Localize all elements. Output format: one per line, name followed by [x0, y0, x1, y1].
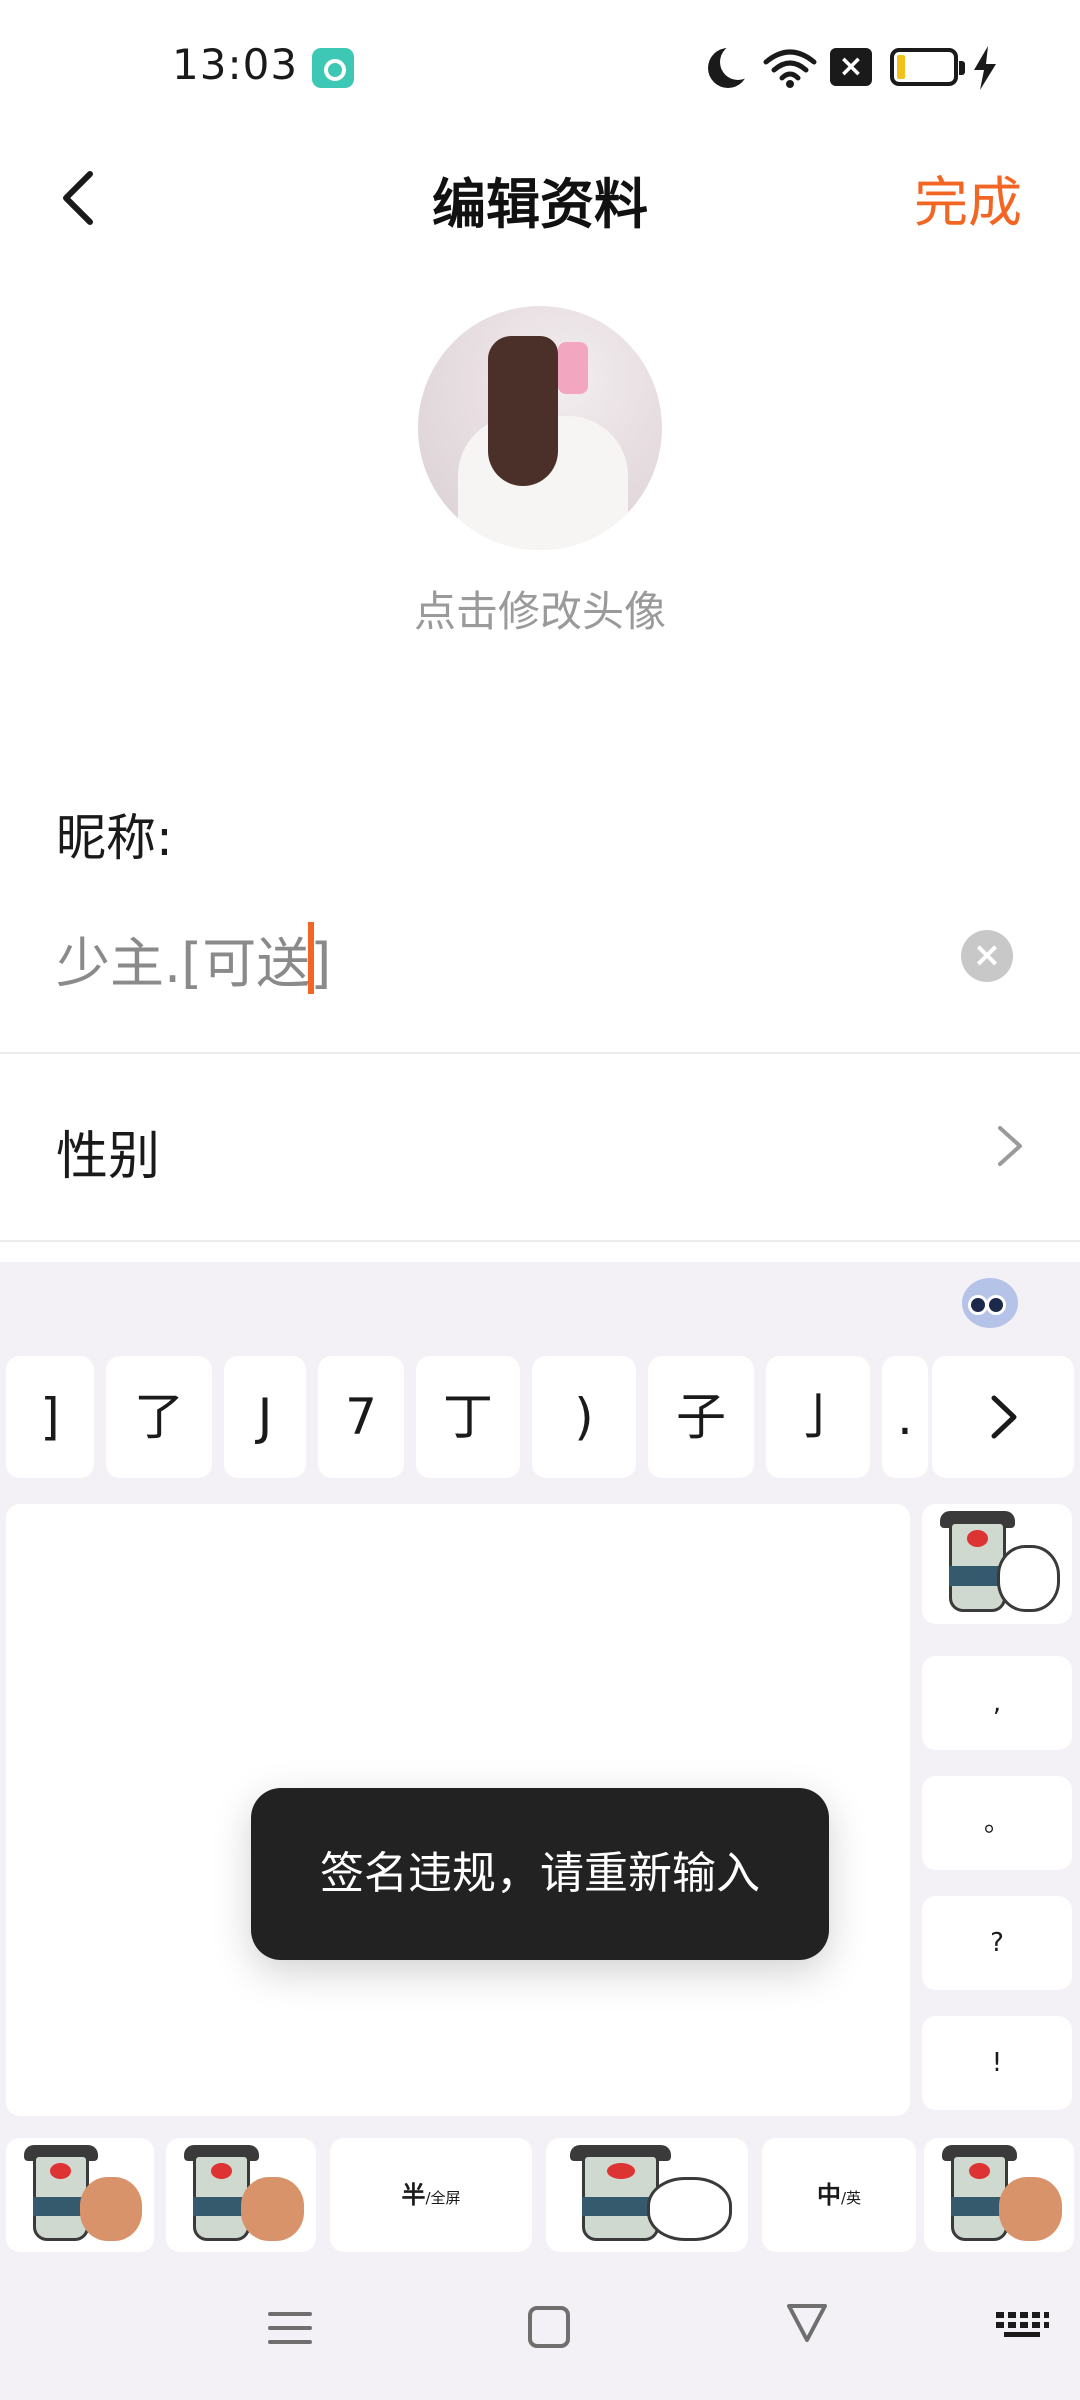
wifi-icon — [763, 49, 817, 88]
sticker-bear — [647, 2176, 732, 2241]
change-avatar-hint[interactable]: 点击修改头像 — [0, 578, 1080, 639]
chevron-right-icon — [998, 1126, 1022, 1166]
moon-icon — [708, 44, 756, 88]
title-bar: 编辑资料 完成 — [0, 130, 1080, 260]
sticker-logo-dot — [606, 2163, 635, 2180]
nickname-label: 昵称: — [56, 809, 173, 867]
sticker-key[interactable] — [166, 2138, 316, 2252]
gender-row[interactable]: 性别 — [0, 1054, 1080, 1240]
language-switch-key[interactable]: 中/英 — [762, 2138, 916, 2252]
menu-icon[interactable] — [266, 2298, 314, 2358]
candidate-key[interactable]: J — [224, 1356, 306, 1478]
candidate-key[interactable]: 了 — [106, 1356, 212, 1478]
chinese-label: 中 — [816, 2181, 841, 2209]
candidate-key[interactable]: 丁 — [416, 1356, 520, 1478]
comma-key[interactable]: , — [922, 1656, 1072, 1750]
sticker-logo-dot — [211, 2163, 232, 2180]
candidate-key[interactable]: . — [882, 1356, 928, 1478]
sticker-logo-dot — [50, 2163, 72, 2180]
exclamation-key[interactable]: ! — [922, 2016, 1072, 2110]
battery-icon — [890, 48, 965, 86]
keyboard-mascot-icon[interactable] — [962, 1278, 1018, 1328]
period-key[interactable]: 。 — [922, 1776, 1072, 1870]
full-screen-label: /全屏 — [425, 2189, 461, 2207]
question-key[interactable]: ? — [922, 1896, 1072, 1990]
charging-bolt-icon — [974, 46, 996, 90]
done-button[interactable]: 完成 — [914, 158, 1022, 237]
sticker-key[interactable] — [924, 2138, 1074, 2252]
navigation-bar — [0, 2262, 1080, 2400]
avatar[interactable] — [418, 306, 662, 550]
candidate-bar: ] 了 J 7 丁 ) 子 亅 . — [0, 1356, 1080, 1482]
nickname-input[interactable] — [56, 918, 936, 998]
more-candidates-button[interactable] — [932, 1356, 1074, 1478]
divider — [0, 1240, 1080, 1242]
english-label: /英 — [840, 2189, 862, 2207]
half-full-width-key[interactable]: 半/全屏 — [330, 2138, 532, 2252]
clear-input-button[interactable]: × — [961, 930, 1013, 982]
text-caret — [308, 922, 314, 994]
status-time: 13:03 — [172, 40, 299, 89]
sticker-bear — [241, 2176, 304, 2241]
candidate-key[interactable]: 子 — [648, 1356, 754, 1478]
sim-x-icon: × — [830, 48, 872, 86]
sticker-bear — [80, 2176, 143, 2241]
status-bar: 13:03 × — [0, 0, 1080, 130]
sticker-logo-dot — [969, 2163, 990, 2180]
keyboard-bottom-row: 半/全屏 中/英 — [0, 2138, 1080, 2254]
sticker-bear — [999, 2176, 1062, 2241]
candidate-key[interactable]: ] — [6, 1356, 94, 1478]
gender-label: 性别 — [56, 1127, 161, 1187]
sticker-bear — [997, 1544, 1060, 1612]
back-triangle-icon[interactable] — [784, 2298, 830, 2358]
candidate-key[interactable]: ) — [532, 1356, 636, 1478]
toast-message: 签名违规，请重新输入 — [251, 1788, 829, 1960]
half-width-label: 半 — [401, 2181, 426, 2209]
sticker-key[interactable] — [6, 2138, 154, 2252]
keyboard-toggle-icon[interactable] — [994, 2298, 1050, 2358]
chevron-right-icon — [991, 1395, 1017, 1439]
app-badge-icon — [312, 48, 354, 88]
home-square-icon[interactable] — [526, 2298, 572, 2358]
candidate-key[interactable]: 7 — [318, 1356, 404, 1478]
sticker-key[interactable] — [546, 2138, 748, 2252]
avatar-phone-shape — [558, 342, 588, 394]
candidate-key[interactable]: 亅 — [766, 1356, 870, 1478]
avatar-hair-shape — [488, 336, 558, 486]
sticker-key[interactable] — [922, 1504, 1072, 1624]
